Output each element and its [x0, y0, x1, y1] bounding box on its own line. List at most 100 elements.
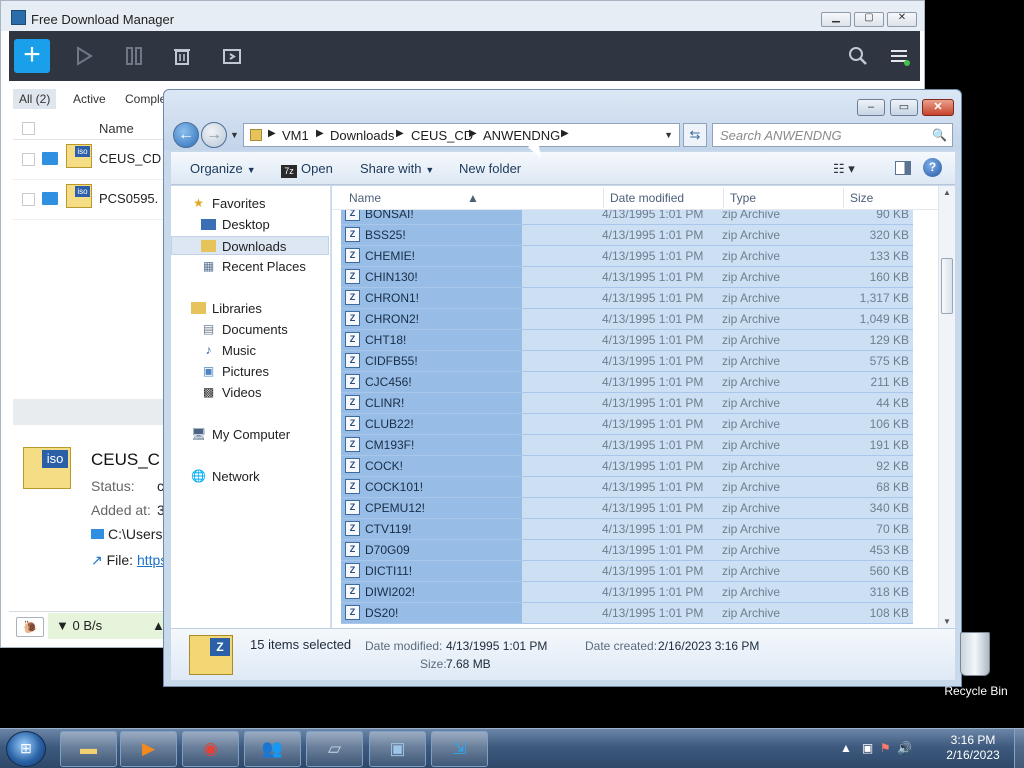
recycle-bin[interactable]: Recycle Bin: [944, 630, 1008, 702]
chevron-right-icon[interactable]: ▶: [561, 128, 569, 139]
taskbar-users[interactable]: 👥: [244, 731, 301, 767]
search-box[interactable]: 🔍: [712, 123, 953, 147]
trash-icon[interactable]: [171, 45, 193, 67]
refresh-button[interactable]: ⇆: [683, 123, 707, 147]
file-row[interactable]: Z CM193F! 4/13/1995 1:01 PM zip Archive 191 …: [341, 435, 913, 456]
taskbar-fdm[interactable]: ⇲: [431, 731, 488, 767]
breadcrumb-ceus-cd[interactable]: CEUS_CD: [411, 128, 473, 143]
file-row[interactable]: Z DIWI202! 4/13/1995 1:01 PM zip Archive 318…: [341, 582, 913, 603]
breadcrumb-downloads[interactable]: Downloads: [330, 128, 394, 143]
chevron-right-icon[interactable]: ▶: [316, 128, 324, 139]
address-bar[interactable]: ▶ VM1 ▶ Downloads ▶ CEUS_CD ▶ ANWENDNG ▶…: [243, 123, 680, 147]
volume-icon[interactable]: 🔊: [897, 741, 912, 755]
folder-icon[interactable]: [42, 152, 58, 165]
file-row[interactable]: Z CHEMIE! 4/13/1995 1:01 PM zip Archive 133 …: [341, 246, 913, 267]
column-header-size[interactable]: Size: [850, 191, 873, 205]
share-with-button[interactable]: Share with ▼: [360, 161, 434, 176]
show-hidden-icons-icon[interactable]: ▲: [840, 741, 852, 755]
column-name[interactable]: Name: [99, 121, 134, 136]
view-options-icon[interactable]: ☷ ▾: [833, 161, 855, 177]
start-button[interactable]: ⊞: [6, 731, 46, 767]
menu-icon[interactable]: [888, 45, 910, 67]
file-row[interactable]: Z BSS25! 4/13/1995 1:01 PM zip Archive 320 K…: [341, 225, 913, 246]
chevron-right-icon[interactable]: ▶: [469, 128, 477, 139]
nav-my-computer[interactable]: 🖥 My Computer: [171, 425, 329, 444]
nav-downloads[interactable]: Downloads: [171, 236, 329, 255]
play-icon[interactable]: [74, 45, 96, 67]
snail-icon[interactable]: 🐌: [16, 617, 44, 637]
chevron-right-icon[interactable]: ▶: [396, 128, 404, 139]
file-row[interactable]: Z CPEMU12! 4/13/1995 1:01 PM zip Archive 340…: [341, 498, 913, 519]
search-icon[interactable]: 🔍: [932, 128, 947, 142]
file-row[interactable]: Z DICTI11! 4/13/1995 1:01 PM zip Archive 560…: [341, 561, 913, 582]
taskbar-notepad[interactable]: ▱: [306, 731, 363, 767]
select-all-checkbox[interactable]: [22, 122, 35, 135]
column-divider[interactable]: [603, 188, 604, 208]
nav-documents[interactable]: ▤ Documents: [171, 320, 329, 339]
nav-desktop[interactable]: Desktop: [171, 215, 329, 234]
column-divider[interactable]: [723, 188, 724, 208]
taskbar-photo-viewer[interactable]: ▣: [369, 731, 426, 767]
breadcrumb-anwendng[interactable]: ANWENDNG: [483, 128, 560, 143]
move-folder-icon[interactable]: [221, 45, 243, 67]
minimize-button[interactable]: [821, 12, 851, 27]
scroll-down-icon[interactable]: ▼: [939, 617, 955, 626]
nav-libraries[interactable]: Libraries: [171, 299, 329, 318]
search-icon[interactable]: [847, 45, 869, 67]
network-status-icon[interactable]: ▣: [862, 741, 873, 755]
scrollbar-thumb[interactable]: [941, 258, 953, 314]
chevron-right-icon[interactable]: ▶: [268, 128, 276, 139]
minimize-button[interactable]: –: [857, 99, 885, 116]
nav-recent-places[interactable]: ▦ Recent Places: [171, 257, 329, 276]
file-row[interactable]: Z DS20! 4/13/1995 1:01 PM zip Archive 108 KB: [341, 603, 913, 624]
back-button[interactable]: ←: [173, 122, 199, 148]
action-center-icon[interactable]: ⚑: [880, 741, 891, 755]
pause-icon[interactable]: [123, 45, 145, 67]
history-dropdown-icon[interactable]: ▼: [230, 130, 239, 140]
file-row[interactable]: Z COCK! 4/13/1995 1:01 PM zip Archive 92 KB: [341, 456, 913, 477]
preview-pane-icon[interactable]: [895, 161, 911, 175]
nav-network[interactable]: 🌐 Network: [171, 467, 329, 486]
row-checkbox[interactable]: [22, 193, 35, 206]
column-divider[interactable]: [843, 188, 844, 208]
file-row[interactable]: Z CTV119! 4/13/1995 1:01 PM zip Archive 70 K…: [341, 519, 913, 540]
clock[interactable]: 3:16 PM 2/16/2023: [930, 733, 1016, 763]
column-header-type[interactable]: Type: [730, 191, 756, 205]
file-row[interactable]: Z CIDFB55! 4/13/1995 1:01 PM zip Archive 575…: [341, 351, 913, 372]
close-button[interactable]: ✕: [922, 99, 954, 116]
column-header-date[interactable]: Date modified: [610, 191, 684, 205]
file-row[interactable]: Z CHRON1! 4/13/1995 1:01 PM zip Archive 1,31…: [341, 288, 913, 309]
new-folder-button[interactable]: New folder: [459, 161, 521, 176]
vertical-scrollbar[interactable]: ▲ ▼: [938, 186, 955, 628]
nav-pictures[interactable]: ▣ Pictures: [171, 362, 329, 381]
add-icon[interactable]: +: [14, 39, 50, 73]
organize-button[interactable]: Organize ▼: [190, 161, 256, 176]
scroll-up-icon[interactable]: ▲: [939, 188, 955, 197]
nav-videos[interactable]: ▩ Videos: [171, 383, 329, 402]
maximize-button[interactable]: [854, 12, 884, 27]
folder-icon[interactable]: [42, 192, 58, 205]
file-row[interactable]: Z CJC456! 4/13/1995 1:01 PM zip Archive 211 …: [341, 372, 913, 393]
search-input[interactable]: [720, 127, 920, 143]
taskbar-chrome[interactable]: ◉: [182, 731, 239, 767]
close-button[interactable]: [887, 12, 917, 27]
file-row[interactable]: Z CLINR! 4/13/1995 1:01 PM zip Archive 44 KB: [341, 393, 913, 414]
download-row[interactable]: CEUS_CD: [13, 140, 173, 180]
file-row[interactable]: Z CHT18! 4/13/1995 1:01 PM zip Archive 129 K…: [341, 330, 913, 351]
taskbar-explorer[interactable]: ▬: [60, 731, 117, 767]
address-dropdown-icon[interactable]: ▼: [664, 130, 673, 140]
forward-button[interactable]: →: [201, 122, 227, 148]
file-row[interactable]: Z CLUB22! 4/13/1995 1:01 PM zip Archive 106 …: [341, 414, 913, 435]
nav-music[interactable]: ♪ Music: [171, 341, 329, 360]
file-row[interactable]: Z COCK101! 4/13/1995 1:01 PM zip Archive 68 …: [341, 477, 913, 498]
fdm-titlebar[interactable]: Free Download Manager: [1, 1, 924, 31]
row-checkbox[interactable]: [22, 153, 35, 166]
filter-active[interactable]: Active: [67, 89, 112, 109]
filter-all[interactable]: All (2): [13, 89, 57, 109]
file-row[interactable]: Z CHRON2! 4/13/1995 1:01 PM zip Archive 1,04…: [341, 309, 913, 330]
system-tray[interactable]: ▲ ▣ ⚑ 🔊: [840, 741, 912, 755]
save-path[interactable]: C:\Users: [91, 526, 162, 542]
nav-favorites[interactable]: ★ Favorites: [171, 194, 329, 213]
help-icon[interactable]: ?: [923, 158, 942, 177]
file-row[interactable]: Z BONSAI! 4/13/1995 1:01 PM zip Archive 90 K…: [341, 210, 913, 225]
